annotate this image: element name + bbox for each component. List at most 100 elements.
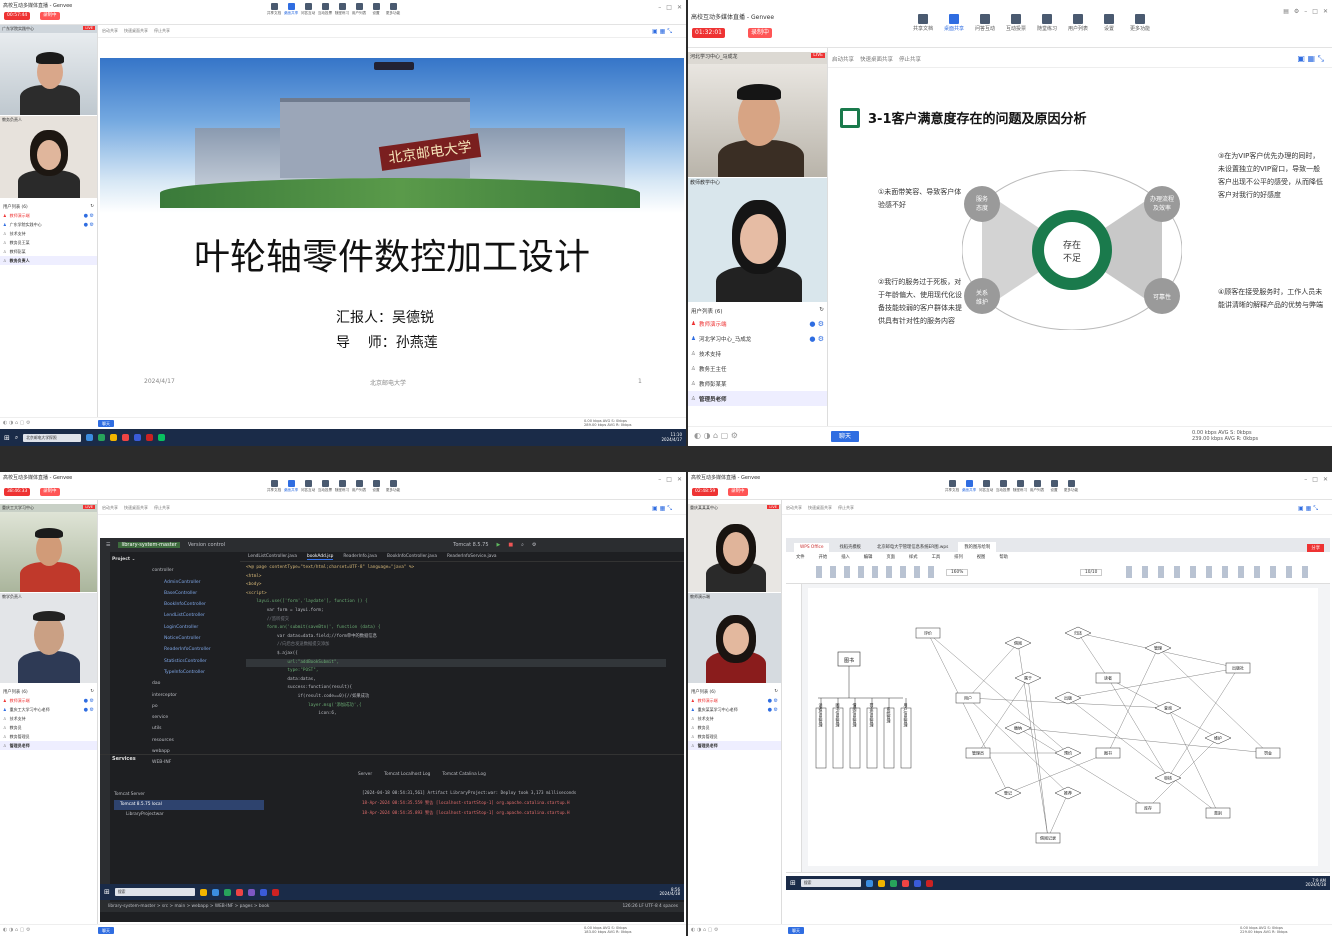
minimize-icon[interactable]: – [658,4,661,11]
search-icon[interactable]: ⌕ [15,434,18,442]
user-row[interactable]: ♙ 教务负责人 [0,256,97,265]
tree-item[interactable]: interceptor [112,690,238,701]
wps-tab[interactable]: 找稻壳模板 [833,542,866,552]
tree-item[interactable]: AdminController [112,577,238,588]
tool-vote[interactable]: 互动投票 [1001,14,1031,32]
quick-share-tab[interactable]: 快速桌面共享 [860,55,893,63]
refresh-icon[interactable]: ↻ [774,689,778,695]
minimize-icon[interactable]: – [1304,8,1307,15]
user-row[interactable]: ♟ 重庆工大学习中心老师 ● ⚙ [0,705,97,714]
app-icon[interactable] [925,879,933,887]
tool-settings[interactable]: 设置 [1046,480,1062,493]
tool-users[interactable]: 用户列表 [351,3,367,16]
code-editor[interactable]: <%@ page contentType="text/html;charset=… [246,564,666,744]
tool-quiz[interactable]: 随堂练习 [334,480,350,493]
tool-share-doc[interactable]: 共享文档 [266,480,282,493]
record-button[interactable]: 录制中 [728,488,748,496]
window-controls[interactable]: – □ ✕ [1304,476,1328,483]
tool-desktop-share[interactable]: 桌面共享 [283,3,299,16]
camera-2[interactable]: 教师演示端 [688,593,781,683]
app-icon[interactable] [223,888,231,896]
tool-more[interactable]: 更多功能 [385,480,401,493]
app-icon[interactable] [259,888,267,896]
user-row[interactable]: ♟ 教师演示端 ● ⚙ [0,211,97,220]
app-icon[interactable] [110,434,118,441]
tool-quiz[interactable]: 随堂练习 [334,3,350,16]
wechat-icon[interactable] [158,434,166,441]
stop-share-tab[interactable]: 停止共享 [154,505,170,511]
app-icon[interactable] [134,434,142,441]
tool-settings[interactable]: 设置 [368,3,384,16]
tree-item[interactable]: BookInfoController [112,599,238,610]
layout-icons[interactable]: ▣ ▦ ⤡ [652,28,672,36]
user-row[interactable]: ♟ 教师演示端 ● ⚙ [688,696,781,705]
share-button[interactable]: 分享 [1307,544,1324,552]
tool-more[interactable]: 更多功能 [1125,14,1155,32]
tree-item[interactable]: po [112,701,238,712]
tool-share-doc[interactable]: 共享文档 [908,14,938,32]
search-icon[interactable]: ⌕ [521,542,524,548]
tool-desktop-share[interactable]: 桌面共享 [283,480,299,493]
close-icon[interactable]: ✕ [1323,476,1328,483]
app-icon[interactable] [889,879,897,887]
wps-icon[interactable] [901,879,909,887]
wps-tab[interactable]: 北京邮电大学管理信息系统ER图.wps [871,542,954,552]
taskbar-search[interactable]: 北京邮电大学探照 [23,433,82,442]
start-share-tab[interactable]: 启动共享 [832,55,854,63]
record-timer[interactable]: 02:48:59 [692,488,719,496]
maximize-icon[interactable]: □ [1312,476,1318,483]
run-config[interactable]: Tomcat 8.5.75 [453,542,488,548]
app-icon[interactable] [235,888,243,896]
start-share-tab[interactable]: 启动共享 [102,505,118,511]
stop-share-tab[interactable]: 停止共享 [154,28,170,34]
user-row[interactable]: ♟ 广东学院实践中心 ● ⚙ [0,220,97,229]
media-controls[interactable]: ◐ ◑ ⌂ ▢ ⚙ [3,927,30,933]
tool-share-doc[interactable]: 共享文档 [266,3,282,16]
user-row[interactable]: ♙ 教师彭某 [0,247,97,256]
tree-item[interactable]: LoginController [112,622,238,633]
tool-more[interactable]: 更多功能 [1063,480,1079,493]
editor-tab[interactable]: ReaderInfo.java [343,554,377,559]
app-icon[interactable] [865,879,873,887]
windows-start-icon[interactable]: ⊞ [4,434,10,442]
run-icon[interactable]: ▶ [497,542,501,548]
tree-item[interactable]: LendListController [112,610,238,621]
start-share-tab[interactable]: 启动共享 [786,505,802,511]
tool-users[interactable]: 用户列表 [1029,480,1045,493]
project-selector[interactable]: library-system-master [118,542,180,548]
tree-item[interactable]: TypeInfoController [112,667,238,678]
user-row[interactable]: ♙ 教务管理员 [688,732,781,741]
user-row[interactable]: ♙ 教务员王某 [0,238,97,247]
user-row[interactable]: ♙ 技术支持 [688,346,827,361]
tree-item[interactable]: BaseController [112,588,238,599]
user-row[interactable]: ♙ 技术支持 [0,714,97,723]
editor-tab-active[interactable]: bookAdd.jsp [307,554,334,560]
app-icon[interactable] [146,434,154,441]
windows-start-icon[interactable]: ⊞ [104,888,110,896]
maximize-icon[interactable]: □ [1312,8,1318,15]
taskbar-search[interactable]: 搜索 [800,879,861,887]
chat-button[interactable]: 聊天 [98,927,114,934]
quick-share-tab[interactable]: 快速桌面共享 [808,505,832,511]
tool-vote[interactable]: 互动投票 [317,3,333,16]
tool-desktop-share[interactable]: 桌面共享 [939,14,969,32]
record-button[interactable]: 录制中 [40,488,60,496]
maximize-icon[interactable]: □ [666,476,672,483]
tool-qa[interactable]: 问答互动 [970,14,1000,32]
start-share-tab[interactable]: 启动共享 [102,28,118,34]
close-icon[interactable]: ✕ [1323,8,1328,15]
app-icon[interactable] [913,879,921,887]
tool-quiz[interactable]: 随堂练习 [1012,480,1028,493]
tree-item[interactable]: StatisticsController [112,656,238,667]
stop-share-tab[interactable]: 停止共享 [838,505,854,511]
user-row[interactable]: ♙ 管理员老师 [688,741,781,750]
app-icon[interactable] [211,888,219,896]
user-row[interactable]: ♟ 教师演示端 ● ⚙ [688,316,827,331]
app-icon[interactable] [86,434,94,441]
tool-vote[interactable]: 互动投票 [995,480,1011,493]
window-controls[interactable]: ▤ ⚙ – □ ✕ [1283,8,1328,15]
media-controls[interactable]: ◐ ◑ ⌂ ▢ ⚙ [694,431,738,440]
tool-users[interactable]: 用户列表 [351,480,367,493]
close-icon[interactable]: ✕ [677,476,682,483]
tree-item[interactable]: controller [112,565,238,576]
